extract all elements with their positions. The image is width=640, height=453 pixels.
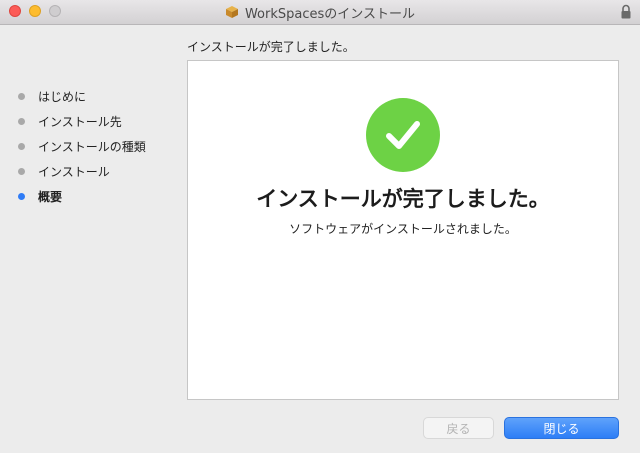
back-button[interactable]: 戻る — [423, 417, 494, 439]
window-title-group: WorkSpacesのインストール — [0, 0, 640, 24]
step-destination: インストール先 — [18, 109, 146, 134]
package-icon — [225, 6, 238, 18]
install-steps-list: はじめに インストール先 インストールの種類 インストール 概要 — [18, 84, 146, 209]
step-installation: インストール — [18, 159, 146, 184]
close-button[interactable]: 閉じる — [504, 417, 619, 439]
success-badge — [366, 98, 440, 172]
window-title: WorkSpacesのインストール — [244, 6, 416, 22]
step-label: インストールの種類 — [38, 140, 146, 154]
lock-icon — [621, 4, 631, 19]
title-bar: WorkSpacesのインストール — [0, 0, 640, 25]
step-indicator — [18, 168, 25, 175]
checkmark-icon — [386, 121, 420, 149]
step-introduction: はじめに — [18, 84, 146, 109]
step-indicator — [18, 118, 25, 125]
page-subtitle: インストールが完了しました。 — [187, 40, 355, 54]
content-panel: インストールが完了しました。 ソフトウェアがインストールされました。 — [187, 60, 619, 400]
step-label: 概要 — [38, 190, 63, 204]
step-indicator-active — [18, 193, 25, 200]
completion-heading: インストールが完了しました。 — [256, 187, 550, 211]
step-indicator — [18, 93, 25, 100]
step-installation-type: インストールの種類 — [18, 134, 146, 159]
step-label: インストール先 — [38, 115, 122, 129]
step-label: インストール — [38, 165, 110, 179]
step-indicator — [18, 143, 25, 150]
step-label: はじめに — [38, 90, 87, 104]
completion-message: ソフトウェアがインストールされました。 — [289, 222, 517, 236]
step-summary: 概要 — [18, 184, 146, 209]
